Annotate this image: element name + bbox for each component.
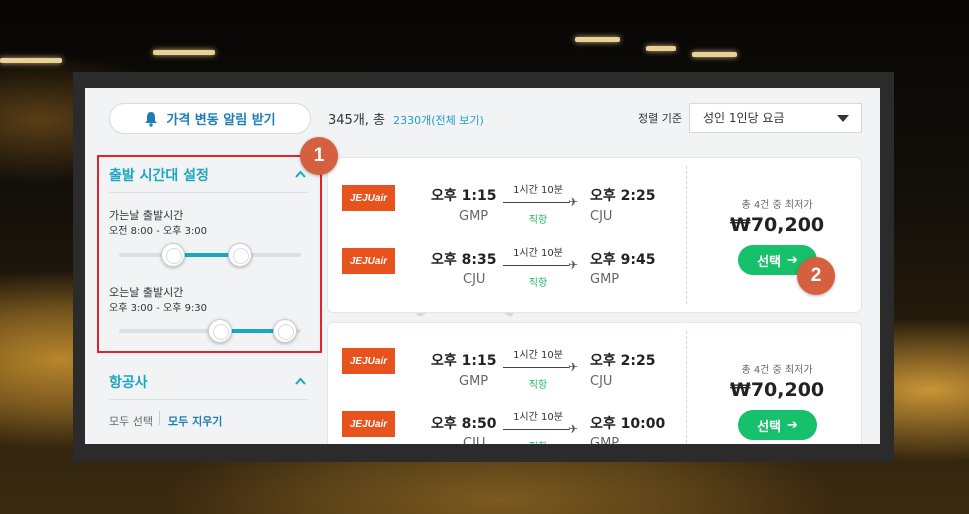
flight-search-screen: Book 가격 변동 알림 받기 345개, 총 2330개(전체 보기) 정렬… [85, 88, 880, 444]
arrow-right-icon: ➔ [787, 252, 798, 268]
airplane-icon: ✈ [568, 195, 579, 209]
arrival-time: 오후 2:25 [590, 188, 656, 204]
arrival-airport: CJU [590, 374, 613, 389]
arrival-time: 오후 10:00 [590, 416, 666, 432]
flight-duration: 1시간 10분 [513, 248, 563, 259]
sort-select[interactable]: 성인 1인당 요금 [689, 103, 862, 133]
select-button-label: 선택 [757, 254, 781, 270]
flight-type: 직항 [503, 438, 573, 444]
flight-duration: 1시간 10분 [513, 185, 563, 196]
card-divider [686, 166, 687, 304]
departure-time: 오후 8:35 [431, 252, 497, 268]
departure-airport: GMP [459, 209, 489, 224]
arrow-right-icon: ➔ [787, 417, 798, 433]
outbound-slider-start-handle[interactable] [161, 243, 185, 267]
flight-duration: 1시간 10분 [513, 350, 563, 361]
sort-value: 성인 1인당 요금 [703, 111, 785, 125]
airplane-icon: ✈ [568, 360, 579, 374]
departure-time: 오후 8:50 [431, 416, 497, 432]
price-alert-label: 가격 변동 알림 받기 [166, 113, 276, 128]
annotation-marker-2: 2 [797, 257, 835, 295]
result-count: 345개, 총 2330개(전체 보기) [328, 109, 484, 128]
price: ₩70,200 [729, 379, 825, 401]
route-line [503, 367, 569, 368]
airline-logo: JEJUair [342, 348, 395, 374]
bell-icon [145, 111, 158, 127]
inbound-slider-start-handle[interactable] [208, 319, 232, 343]
inbound-time-label: 오는날 출발시간 [109, 286, 184, 299]
card-notch [680, 313, 690, 323]
route-line [503, 429, 569, 430]
link-separator [159, 411, 160, 425]
departure-airport: CJU [463, 272, 486, 287]
result-count-text: 345개, 총 [328, 113, 385, 128]
flight-type: 직항 [528, 278, 548, 289]
outbound-slider-end-handle[interactable] [228, 243, 252, 267]
flight-type: 직항 [528, 380, 548, 391]
price-alert-button[interactable]: 가격 변동 알림 받기 [109, 103, 311, 134]
caret-down-icon [837, 115, 849, 122]
route-line [503, 265, 569, 266]
arrival-airport: GMP [590, 436, 620, 444]
card-divider [686, 331, 687, 444]
flight-type: 직항 [528, 215, 548, 226]
airline-filter-title: 항공사 [109, 375, 148, 391]
departure-airport: GMP [459, 374, 489, 389]
chevron-up-icon[interactable] [295, 376, 306, 387]
arrival-time: 오후 9:45 [590, 252, 656, 268]
departure-time: 오후 1:15 [431, 188, 497, 204]
select-button-label: 선택 [757, 419, 781, 435]
chevron-up-icon[interactable] [295, 169, 306, 180]
departure-airport: CJU [463, 436, 486, 444]
inbound-time-range: 오후 3:00 - 오후 9:30 [109, 303, 208, 314]
select-button[interactable]: 선택 ➔ [738, 410, 817, 440]
clear-all-link[interactable]: 모두 지우기 [168, 413, 222, 429]
arrival-airport: GMP [590, 272, 620, 287]
airplane-icon: ✈ [568, 258, 579, 272]
result-card[interactable]: JEJUair 오후 1:15 GMP 1시간 10분 ✈ 직항 오후 2:25… [327, 157, 862, 313]
outbound-time-range: 오전 8:00 - 오후 3:00 [109, 226, 208, 237]
time-filter-title: 출발 시간대 설정 [109, 168, 209, 184]
background-light [692, 52, 737, 57]
airline-logo: JEJUair [342, 185, 395, 211]
annotation-marker-1: 1 [300, 137, 338, 175]
departure-time: 오후 1:15 [431, 353, 497, 369]
airline-logo: JEJUair [342, 248, 395, 274]
inbound-slider-end-handle[interactable] [273, 319, 297, 343]
background-light [153, 50, 215, 55]
select-all-link[interactable]: 모두 선택 [109, 413, 153, 429]
divider [109, 192, 308, 193]
airplane-icon: ✈ [568, 422, 579, 436]
arrival-time: 오후 2:25 [590, 353, 656, 369]
outbound-time-label: 가는날 출발시간 [109, 209, 184, 222]
background-light [646, 46, 676, 51]
result-card[interactable]: JEJUair 오후 1:15 GMP 1시간 10분 ✈ 직항 오후 2:25… [327, 322, 862, 444]
background-light [0, 58, 62, 63]
sort-label: 정렬 기준 [638, 112, 682, 125]
price: ₩70,200 [729, 214, 825, 236]
divider [109, 399, 308, 400]
background-light [575, 37, 620, 42]
arrival-airport: CJU [590, 209, 613, 224]
airline-logo: JEJUair [342, 411, 395, 437]
route-line [503, 202, 569, 203]
price-caption: 총 4건 중 최저가 [741, 200, 813, 211]
price-caption: 총 4건 중 최저가 [741, 365, 813, 376]
flight-duration: 1시간 10분 [513, 412, 563, 423]
view-all-link[interactable]: 2330개(전체 보기) [393, 114, 484, 127]
